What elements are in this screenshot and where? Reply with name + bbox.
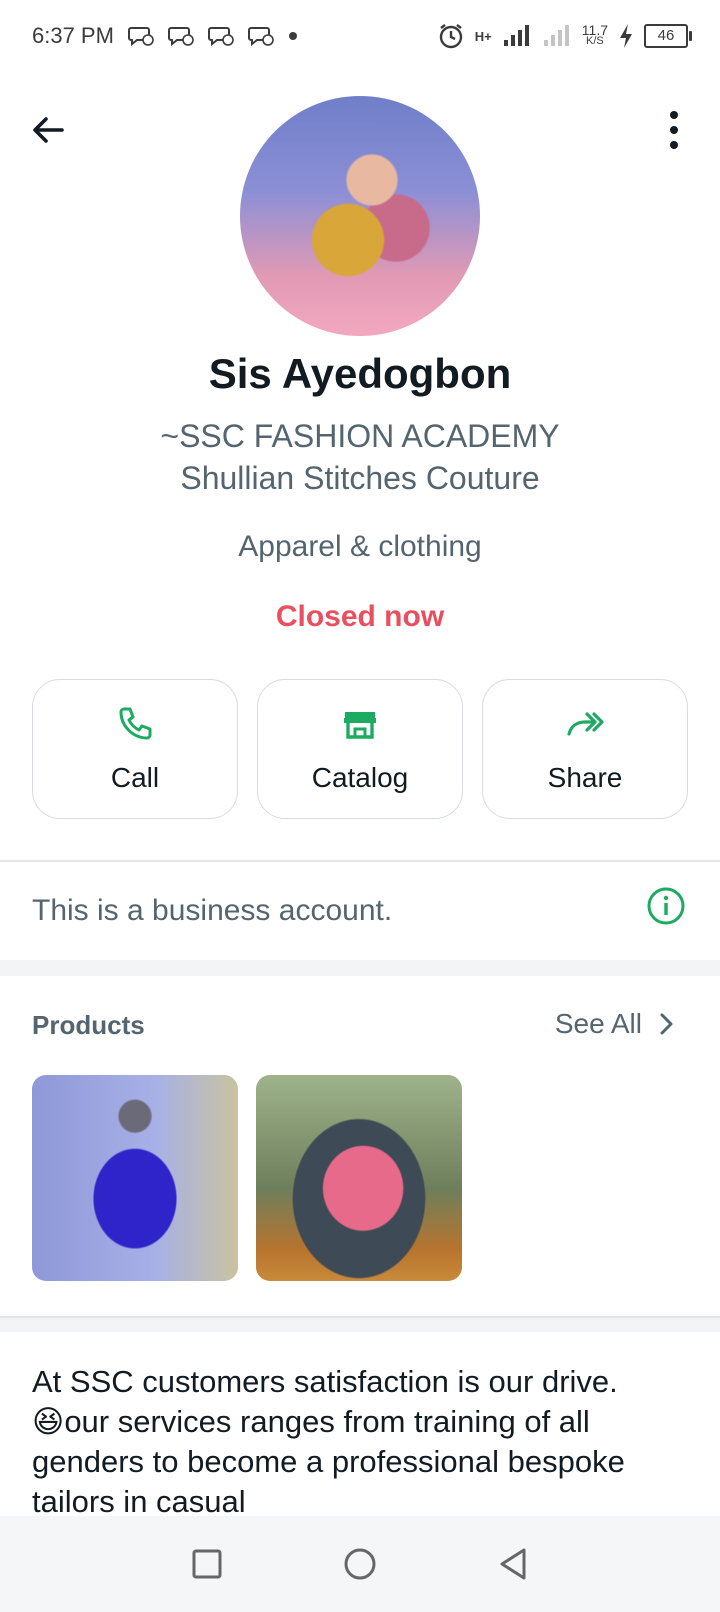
products-heading: Products xyxy=(32,1010,145,1040)
subtitle-line-1: ~SSC FASHION ACADEMY xyxy=(160,418,560,454)
status-right: H+ 11.7 K/S 46 xyxy=(437,22,692,50)
business-account-text: This is a business account. xyxy=(32,894,393,927)
profile-avatar[interactable] xyxy=(240,96,480,336)
share-button[interactable]: Share xyxy=(482,679,688,819)
notification-chat-icon xyxy=(127,27,154,47)
profile-subtitle: ~SSC FASHION ACADEMY Shullian Stitches C… xyxy=(0,415,720,499)
catalog-label: Catalog xyxy=(311,762,409,793)
see-all-button[interactable]: See All xyxy=(555,1008,676,1040)
battery-indicator: 46 xyxy=(644,24,692,48)
system-nav-bar xyxy=(0,1516,720,1612)
notification-chat-icon xyxy=(247,27,274,47)
business-account-note[interactable]: This is a business account. xyxy=(0,862,720,960)
catalog-button[interactable]: Catalog xyxy=(257,679,463,819)
signal-weak-icon xyxy=(543,25,569,46)
info-icon[interactable] xyxy=(646,886,686,926)
section-gap xyxy=(0,960,720,976)
share-label: Share xyxy=(547,762,623,793)
business-category: Apparel & clothing xyxy=(238,530,482,563)
charging-icon xyxy=(620,24,632,48)
recents-button[interactable] xyxy=(187,1544,227,1584)
subtitle-line-2: Shullian Stitches Couture xyxy=(180,460,540,496)
network-speed: 11.7 K/S xyxy=(582,23,608,47)
alarm-icon xyxy=(439,24,462,49)
notification-chat-icon xyxy=(207,27,234,47)
chevron-right-icon xyxy=(660,1013,673,1035)
profile-name: Sis Ayedogbon xyxy=(208,350,512,397)
notification-dot-icon xyxy=(288,32,297,40)
status-bar: 6:37 PM H+ 11.7 K/S 46 xyxy=(0,0,720,72)
back-nav-button[interactable] xyxy=(493,1544,533,1584)
status-time: 6:37 PM xyxy=(32,23,114,48)
more-options-icon[interactable] xyxy=(664,108,684,152)
store-icon xyxy=(344,712,376,739)
share-icon xyxy=(567,712,604,736)
status-left: 6:37 PM xyxy=(32,23,298,49)
triangle-back-icon xyxy=(500,1548,526,1580)
back-arrow-icon[interactable] xyxy=(28,110,68,150)
home-button[interactable] xyxy=(340,1544,380,1584)
square-icon xyxy=(192,1549,222,1579)
circle-icon xyxy=(344,1548,376,1580)
about-text: At SSC customers satisfaction is our dri… xyxy=(32,1364,625,1519)
phone-icon xyxy=(119,707,152,740)
product-thumbnail[interactable] xyxy=(256,1075,462,1281)
product-thumbnail[interactable] xyxy=(32,1075,238,1281)
call-label: Call xyxy=(110,762,160,793)
hours-status: Closed now xyxy=(275,600,445,633)
notification-chat-icon xyxy=(167,27,194,47)
see-all-label: See All xyxy=(554,1008,642,1039)
call-button[interactable]: Call xyxy=(32,679,238,819)
section-gap xyxy=(0,1318,720,1332)
action-buttons: Call Catalog Share xyxy=(32,679,688,821)
network-type: H+ xyxy=(474,28,492,44)
signal-icon xyxy=(503,25,529,46)
